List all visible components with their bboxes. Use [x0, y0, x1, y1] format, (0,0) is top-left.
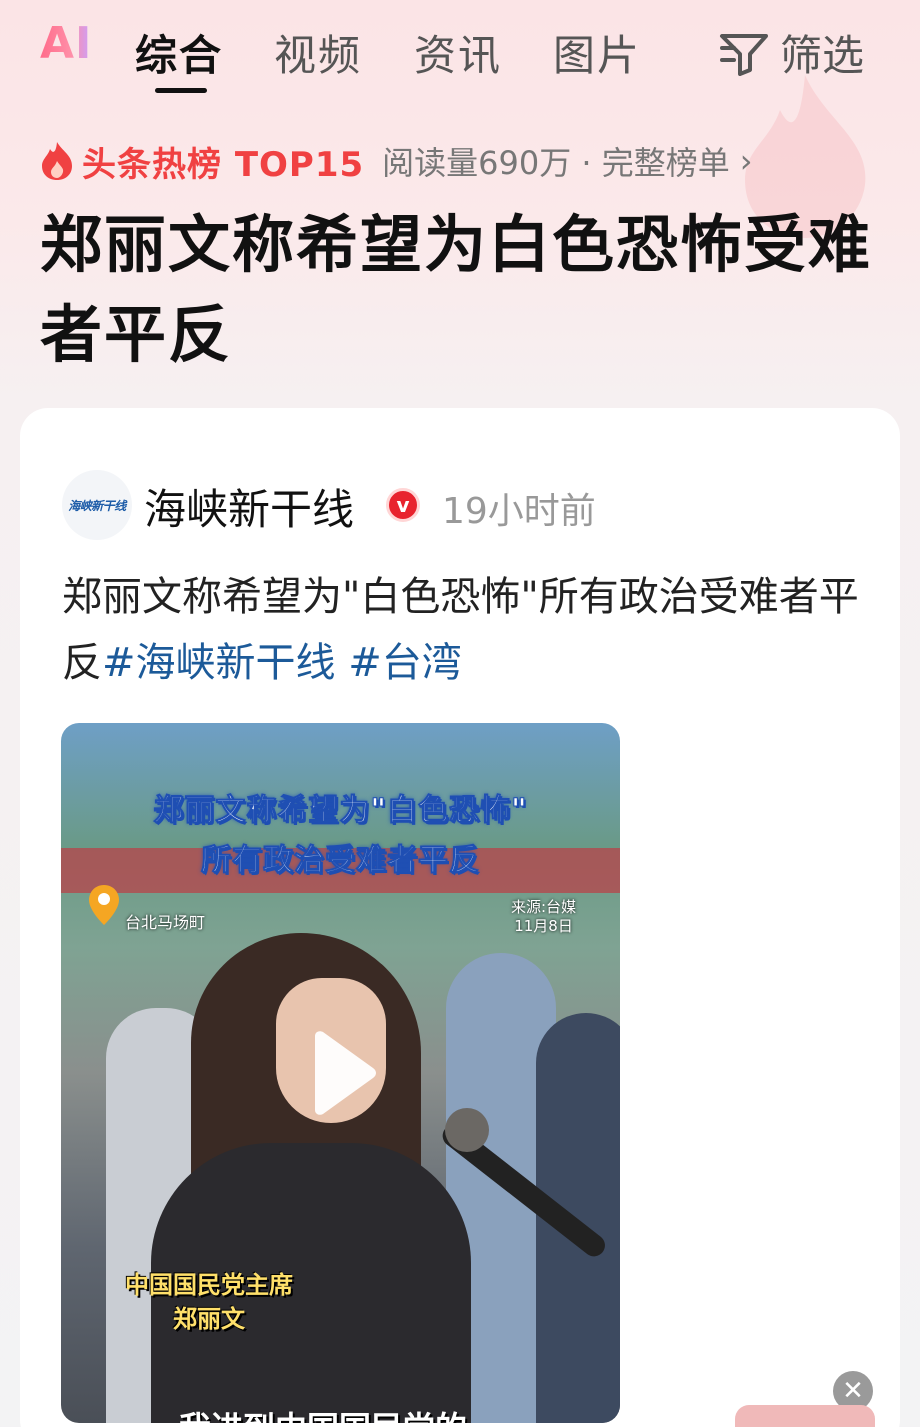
hot-rank-label: 头条热榜 TOP15	[82, 144, 365, 185]
floating-widget[interactable]	[735, 1405, 875, 1427]
video-caption-line2: 郑丽文	[173, 1305, 245, 1333]
microphone-icon	[445, 1108, 489, 1152]
video-location: 台北马场町	[125, 913, 206, 932]
video-thumbnail[interactable]: 郑丽文称希望为"白色恐怖" 所有政治受难者平反 台北马场町 来源:台媒 11月8…	[61, 723, 620, 1423]
flame-icon	[42, 142, 72, 180]
verified-badge-icon: v	[386, 488, 420, 522]
tab-comprehensive[interactable]: 综合	[135, 22, 223, 83]
play-icon[interactable]	[307, 1030, 377, 1116]
video-caption: 中国国民党主席 郑丽文	[125, 1268, 293, 1336]
video-title-line2: 所有政治受难者平反	[201, 843, 480, 879]
hot-rank-link[interactable]: 头条热榜 TOP15 阅读量690万 · 完整榜单 ›	[40, 138, 753, 185]
tab-news[interactable]: 资讯	[414, 22, 502, 83]
video-title-line1: 郑丽文称希望为"白色恐怖"	[153, 793, 528, 829]
tab-images[interactable]: 图片	[553, 22, 641, 83]
post-time: 19小时前	[442, 491, 596, 532]
avatar[interactable]: 海峡新干线	[62, 470, 132, 540]
chevron-right-icon: ›	[739, 142, 753, 180]
filter-icon	[720, 33, 768, 76]
page-title: 郑丽文称希望为白色恐怖受难者平反	[40, 208, 873, 371]
post-text[interactable]: 郑丽文称希望为"白色恐怖"所有政治受难者平反#海峡新干线 #台湾	[62, 564, 872, 696]
location-pin-icon	[89, 885, 119, 925]
ai-tab[interactable]: AI	[40, 18, 92, 69]
hashtag-link[interactable]: #台湾	[348, 640, 462, 686]
tab-video[interactable]: 视频	[274, 22, 362, 83]
video-caption-line1: 中国国民党主席	[125, 1271, 293, 1299]
video-source-line1: 来源:台媒	[511, 898, 577, 916]
avatar-logo-text: 海峡新干线	[68, 498, 126, 513]
video-source: 来源:台媒 11月8日	[511, 898, 576, 936]
hashtag-link[interactable]: #海峡新干线	[102, 640, 336, 686]
hot-rank-meta: 阅读量690万 · 完整榜单	[382, 144, 730, 182]
video-source-line2: 11月8日	[514, 917, 573, 935]
active-tab-indicator	[155, 88, 207, 93]
video-subtitle: 我进到中国国民党的	[179, 1403, 467, 1423]
result-card[interactable]: 海峡新干线 海峡新干线 v 19小时前 郑丽文称希望为"白色恐怖"所有政治受难者…	[20, 408, 900, 1427]
source-name[interactable]: 海峡新干线	[144, 476, 354, 537]
